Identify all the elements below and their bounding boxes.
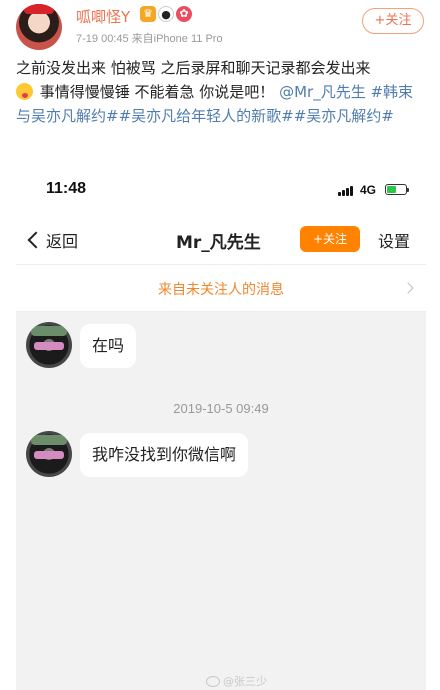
back-label: 返回 — [46, 232, 79, 251]
post-header: 呱唧怪Y ♛ ● ✿ 7-19 00:45 来自iPhone 11 Pro +关… — [0, 0, 440, 50]
status-bar: 11:48 4G — [16, 168, 426, 216]
weibo-logo-icon — [206, 675, 220, 687]
gift-badge-icon[interactable]: ✿ — [176, 6, 192, 22]
sender-avatar[interactable] — [26, 322, 72, 368]
watermark-text: @张三少 — [223, 675, 267, 688]
crown-badge-icon[interactable]: ♛ — [140, 6, 156, 22]
chat-follow-button[interactable]: +关注 — [300, 226, 360, 252]
weibo-watermark: @张三少 — [206, 673, 267, 689]
message-bubble: 我咋没找到你微信啊 — [80, 433, 249, 477]
mention-link[interactable]: @Mr_凡先生 — [279, 83, 366, 101]
author-avatar[interactable] — [16, 4, 62, 50]
sender-avatar[interactable] — [26, 431, 72, 477]
follow-button[interactable]: +关注 — [362, 8, 424, 34]
panda-badge-icon[interactable]: ● — [158, 6, 174, 22]
post-text-part2: 事情得慢慢锤 不能着急 你说是吧！ — [35, 83, 275, 101]
chat-screenshot-image[interactable]: 11:48 4G 返回 Mr_凡先生 +关注 设置 来自未关注人的消息 在吗 2… — [16, 168, 426, 690]
notice-text: 来自未关注人的消息 — [158, 282, 284, 298]
back-button[interactable]: 返回 — [26, 228, 78, 252]
message-timestamp: 2019-10-5 09:49 — [173, 401, 269, 416]
network-type: 4G — [360, 183, 377, 197]
author-badges: ♛ ● ✿ — [140, 6, 192, 22]
post-text: 之前没发出来 怕被骂 之后录屏和聊天记录都会发出来 事情得慢慢锤 不能着急 你说… — [16, 56, 428, 128]
signal-icon — [338, 186, 353, 196]
message-bubble: 在吗 — [80, 324, 137, 368]
chevron-left-icon — [27, 231, 45, 249]
kiss-emoji-icon — [16, 83, 33, 100]
author-name[interactable]: 呱唧怪Y — [76, 6, 130, 27]
chat-nav-bar: 返回 Mr_凡先生 +关注 设置 — [16, 216, 426, 264]
post-meta: 7-19 00:45 来自iPhone 11 Pro — [76, 33, 223, 45]
unfollowed-notice-bar[interactable]: 来自未关注人的消息 — [16, 264, 426, 312]
post-text-part1: 之前没发出来 怕被骂 之后录屏和聊天记录都会发出来 — [16, 59, 371, 77]
battery-icon — [385, 184, 409, 195]
status-time: 11:48 — [46, 180, 87, 197]
settings-button[interactable]: 设置 — [378, 228, 410, 252]
chat-title: Mr_凡先生 — [176, 233, 261, 253]
